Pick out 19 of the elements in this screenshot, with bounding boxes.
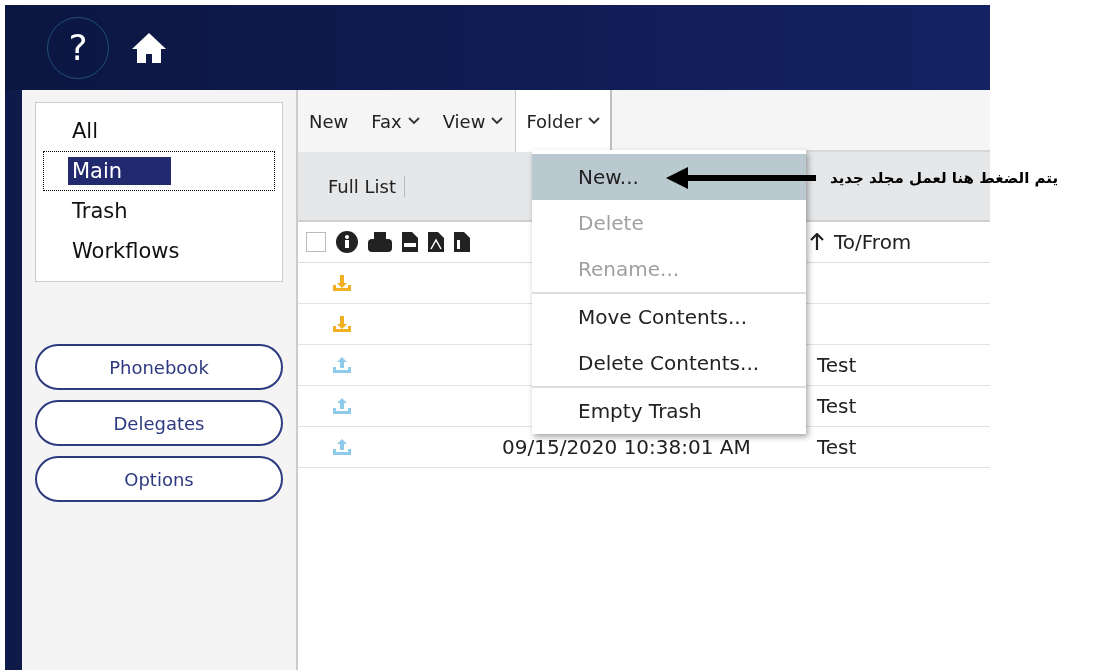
- menu-item[interactable]: New...: [532, 154, 806, 200]
- sidebar-button[interactable]: Options: [35, 456, 283, 502]
- annotation-text: يتم الضغط هنا لعمل مجلد جديد: [830, 169, 1059, 187]
- menu-item[interactable]: Delete Contents...: [532, 340, 806, 386]
- view-label[interactable]: Full List: [328, 175, 405, 197]
- recipient-cell: Test: [817, 394, 857, 418]
- column-header[interactable]: To/From: [834, 230, 912, 254]
- toolbar-menu[interactable]: Folder: [515, 90, 612, 152]
- sidebar-button[interactable]: Delegates: [35, 400, 283, 446]
- recipient-cell: Test: [817, 435, 857, 459]
- folder-item[interactable]: Trash: [43, 191, 275, 231]
- folder-item[interactable]: Workflows: [43, 231, 275, 271]
- folder-item[interactable]: All: [43, 111, 275, 151]
- menu-item[interactable]: Empty Trash: [532, 388, 806, 434]
- sidebar-button[interactable]: Phonebook: [35, 344, 283, 390]
- folder-item[interactable]: Main: [43, 151, 275, 191]
- menu-item[interactable]: Move Contents...: [532, 294, 806, 340]
- date-cell-text: 09/15/2020 10:38:01 AM: [502, 435, 752, 459]
- recipient-cell: Test: [817, 353, 857, 377]
